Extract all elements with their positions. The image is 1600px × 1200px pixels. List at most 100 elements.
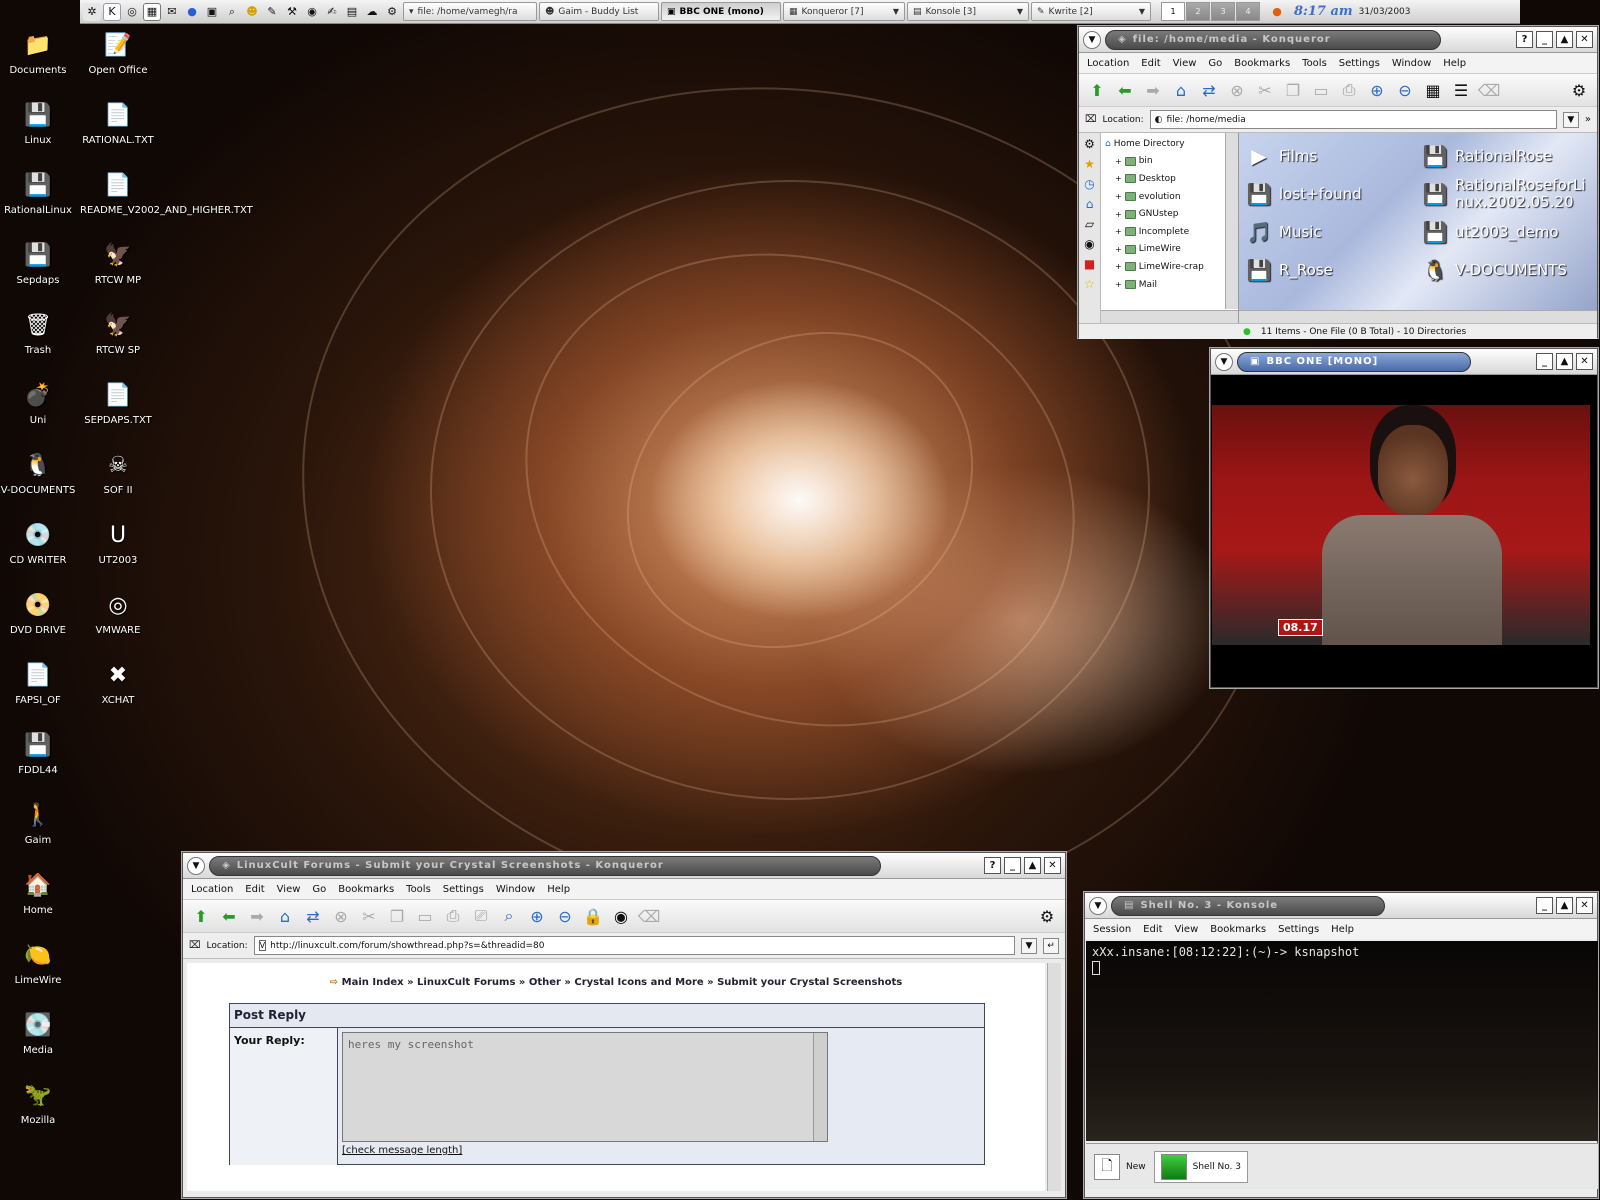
location-dropdown[interactable]: ▼ <box>1562 111 1579 128</box>
tree-item-mail[interactable]: + Mail <box>1105 276 1224 294</box>
desktop-icon-fddl44[interactable]: 💾 FDDL44 <box>0 728 76 776</box>
security-lock-icon[interactable]: 🔒 <box>581 904 605 928</box>
cut-icon[interactable]: ✂ <box>357 904 381 928</box>
tree-item-limewire[interactable]: + LimeWire <box>1105 241 1224 259</box>
klipper-icon[interactable]: ● <box>1268 3 1286 21</box>
home-icon[interactable]: ⌂ <box>1169 78 1193 102</box>
home-icon[interactable]: ⌂ <box>1086 197 1094 211</box>
maximize-button[interactable]: ▲ <box>1556 897 1573 914</box>
icon-view-icon[interactable]: ▦ <box>1421 78 1445 102</box>
back-arrow-icon[interactable]: ⬅ <box>217 904 241 928</box>
close-button[interactable]: ✕ <box>1044 857 1061 874</box>
tree-item-evolution[interactable]: + evolution <box>1105 188 1224 206</box>
go-button[interactable]: ↵ <box>1043 937 1059 954</box>
reload-icon[interactable]: ⇄ <box>1197 78 1221 102</box>
globe-icon[interactable]: ● <box>183 3 201 21</box>
desktop-icon-xchat[interactable]: ✖ XCHAT <box>80 658 156 706</box>
weather-icon[interactable]: ☁ <box>363 3 381 21</box>
app-launcher-icon[interactable]: ▣ <box>203 3 221 21</box>
clear-location-icon[interactable]: ⌧ <box>1085 114 1097 125</box>
desktop-icon-sof-ii[interactable]: ☠ SOF II <box>80 448 156 496</box>
tv-video[interactable]: 08.17 <box>1212 405 1590 645</box>
minimize-button[interactable]: _ <box>1004 857 1021 874</box>
menu-bookmarks[interactable]: Bookmarks <box>1210 924 1266 935</box>
menu-settings[interactable]: Settings <box>443 884 484 895</box>
menu-help[interactable]: Help <box>547 884 570 895</box>
desktop-icon-documents[interactable]: 📁 Documents <box>0 28 76 76</box>
menu-go[interactable]: Go <box>1208 58 1222 69</box>
clear-icon[interactable]: ⌫ <box>1477 78 1501 102</box>
calendar-icon[interactable]: ▦ <box>143 2 161 21</box>
breadcrumb-text[interactable]: Main Index » LinuxCult Forums » Other » … <box>342 977 903 988</box>
tree-item-desktop[interactable]: + Desktop <box>1105 170 1224 188</box>
close-button[interactable]: ✕ <box>1576 353 1593 370</box>
task-konqueror-group[interactable]: ▦ Konqueror [7] ▼ <box>783 2 905 21</box>
menu-location[interactable]: Location <box>191 884 233 895</box>
pager-desktop-3[interactable]: 3 <box>1211 2 1235 21</box>
kde-menu-icon[interactable]: ✲ <box>83 2 101 21</box>
menu-edit[interactable]: Edit <box>1141 58 1160 69</box>
tools-icon[interactable]: ⚙ <box>1084 137 1095 151</box>
maximize-button[interactable]: ▲ <box>1024 857 1041 874</box>
tree-scrollbar[interactable] <box>1225 133 1238 309</box>
print-frame-icon[interactable]: ⎚ <box>469 904 493 928</box>
desktop-icon-mozilla[interactable]: 🦖 Mozilla <box>0 1078 76 1126</box>
desktop-icon-sepdaps-txt[interactable]: 📄 SEPDAPS.TXT <box>80 378 156 426</box>
titlebar[interactable]: ▼ ▤ Shell No. 3 - Konsole _ ▲ ✕ <box>1085 893 1597 919</box>
print-icon[interactable]: ⎙ <box>1337 78 1361 102</box>
home-icon[interactable]: ⌂ <box>273 904 297 928</box>
menu-window[interactable]: Window <box>496 884 535 895</box>
check-message-length-link[interactable]: [check message length] <box>342 1145 462 1156</box>
menu-location[interactable]: Location <box>1087 58 1129 69</box>
desktop-icon-rtcw-mp[interactable]: 🦅 RTCW MP <box>80 238 156 286</box>
expand-icon[interactable]: + <box>1115 210 1122 219</box>
desktop-icon-rational-txt[interactable]: 📄 RATIONAL.TXT <box>80 98 156 146</box>
menu-settings[interactable]: Settings <box>1278 924 1319 935</box>
desktop-icon-vmware[interactable]: ◎ VMWARE <box>80 588 156 636</box>
zoom-icon[interactable]: ⌕ <box>497 904 521 928</box>
file-item-rationalroseforlinux-2002-05-20[interactable]: 💾 RationalRoseforLinux.2002.05.20 <box>1421 175 1591 213</box>
paste-icon[interactable]: ▭ <box>1309 78 1333 102</box>
help-button[interactable]: ? <box>984 857 1001 874</box>
file-item-rationalrose[interactable]: 💾 RationalRose <box>1421 137 1591 175</box>
menu-tools[interactable]: Tools <box>406 884 431 895</box>
expand-icon[interactable]: + <box>1115 262 1122 271</box>
zoom-in-icon[interactable]: ⊕ <box>1365 78 1389 102</box>
up-arrow-icon[interactable]: ⬆ <box>1085 78 1109 102</box>
expand-icon[interactable]: + <box>1115 174 1122 183</box>
file-item-films[interactable]: ▶ Films <box>1245 137 1415 175</box>
textarea-scrollbar[interactable] <box>813 1033 827 1141</box>
pager-desktop-4[interactable]: 4 <box>1236 2 1260 21</box>
date[interactable]: 31/03/2003 <box>1359 7 1411 17</box>
close-button[interactable]: ✕ <box>1576 897 1593 914</box>
expand-icon[interactable]: + <box>1115 245 1122 254</box>
location-input[interactable]: Vhttp://linuxcult.com/forum/showthread.p… <box>253 936 1015 955</box>
desktop-icon-fapsi-of[interactable]: 📄 FAPSI_OF <box>0 658 76 706</box>
desktop-icon-limewire[interactable]: 🍋 LimeWire <box>0 938 76 986</box>
location-input[interactable]: ◐ file: /home/media <box>1149 110 1557 129</box>
stop-icon[interactable]: ⊗ <box>329 904 353 928</box>
terminal[interactable]: xXx.insane:[08:12:22]:(~)-> ksnapshot <box>1086 941 1598 1141</box>
desktop-icon-trash[interactable]: 🗑 Trash <box>0 308 76 356</box>
back-arrow-icon[interactable]: ⬅ <box>1113 78 1137 102</box>
write-icon[interactable]: ✍ <box>323 3 341 21</box>
expand-icon[interactable]: + <box>1115 227 1122 236</box>
list-view-icon[interactable]: ☰ <box>1449 78 1473 102</box>
file-item-ut2003-demo[interactable]: 💾 ut2003_demo <box>1421 213 1591 251</box>
settings-icon[interactable]: ⚙ <box>383 3 401 21</box>
zoom-in-icon[interactable]: ⊕ <box>525 904 549 928</box>
menu-help[interactable]: Help <box>1331 924 1354 935</box>
menu-window[interactable]: Window <box>1392 58 1431 69</box>
file-item-v-documents[interactable]: 🐧 V-DOCUMENTS <box>1421 251 1591 289</box>
expand-icon[interactable]: + <box>1115 192 1122 201</box>
menu-view[interactable]: View <box>277 884 301 895</box>
clear-location-icon[interactable]: ⌧ <box>189 940 201 951</box>
print-icon[interactable]: ⎙ <box>441 904 465 928</box>
close-button[interactable]: ✕ <box>1576 31 1593 48</box>
minimize-button[interactable]: _ <box>1536 897 1553 914</box>
help-button[interactable]: ? <box>1516 31 1533 48</box>
tree-item-bin[interactable]: + bin <box>1105 153 1224 171</box>
file-item-lost-found[interactable]: 💾 lost+found <box>1245 175 1415 213</box>
menu-settings[interactable]: Settings <box>1339 58 1380 69</box>
window-title[interactable]: ◈ file: /home/media - Konqueror <box>1105 29 1441 50</box>
